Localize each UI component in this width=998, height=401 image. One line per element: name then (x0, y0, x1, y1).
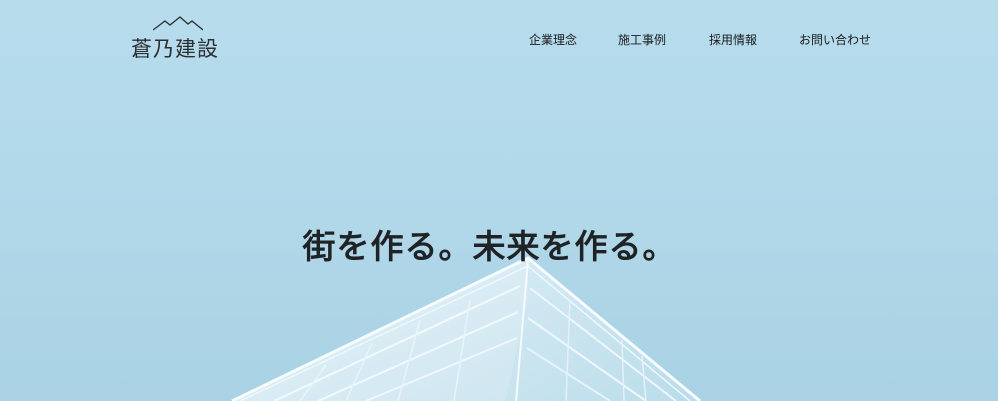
nav-item-works[interactable]: 施工事例 (618, 31, 666, 48)
nav-item-recruit[interactable]: 採用情報 (709, 31, 757, 48)
hero-headline: 街を作る。未来を作る。 (302, 227, 677, 267)
site-header: 蒼乃建設 企業理念 施工事例 採用情報 お問い合わせ (0, 0, 998, 80)
nav-item-philosophy[interactable]: 企業理念 (529, 31, 577, 48)
logo-text: 蒼乃建設 (131, 37, 219, 61)
nav-item-contact[interactable]: お問い合わせ (799, 31, 871, 48)
mountain-icon (153, 16, 203, 31)
main-nav: 企業理念 施工事例 採用情報 お問い合わせ (529, 31, 871, 48)
site-logo[interactable]: 蒼乃建設 (131, 16, 231, 64)
hero-section: 蒼乃建設 企業理念 施工事例 採用情報 お問い合わせ 街を作る。未来を作る。 (0, 0, 998, 401)
